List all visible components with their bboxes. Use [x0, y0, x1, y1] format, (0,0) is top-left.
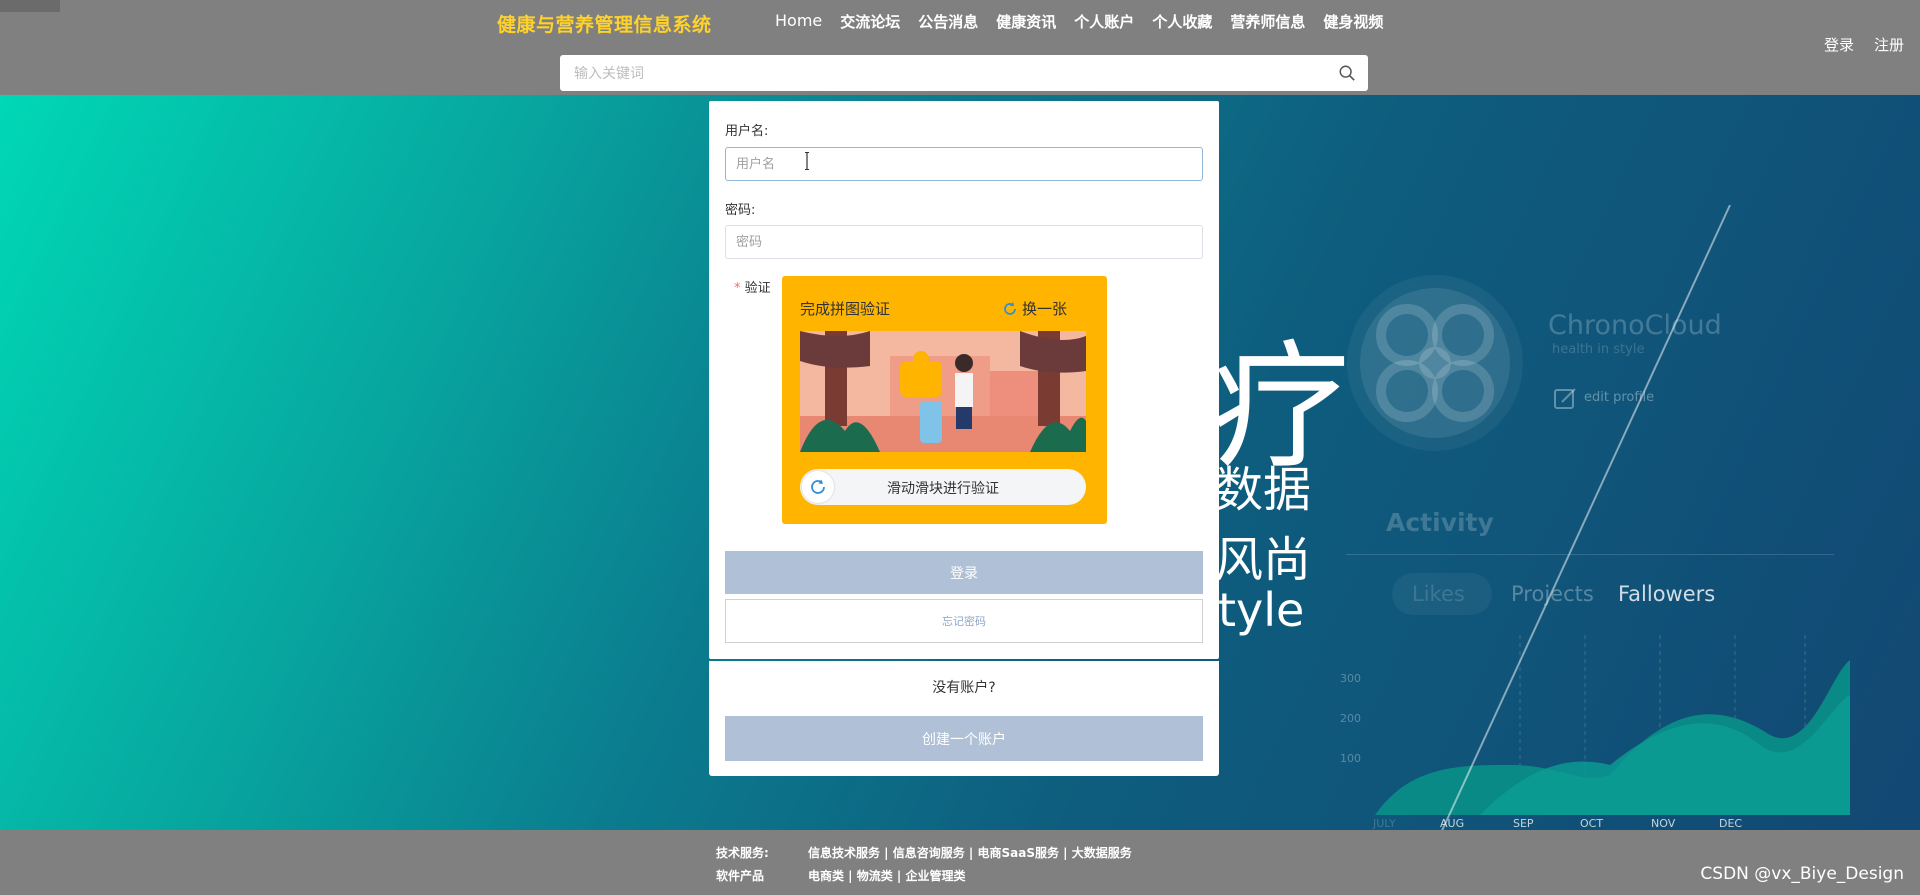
y-tick-100: 100 — [1340, 752, 1361, 765]
search-bar — [560, 55, 1368, 93]
auth-links: 登录 注册 — [1824, 34, 1904, 55]
username-label: 用户名: — [725, 124, 769, 139]
login-button[interactable]: 登录 — [725, 551, 1203, 594]
y-tick-300: 300 — [1340, 672, 1361, 685]
verify-label-text: 验证 — [744, 281, 771, 296]
required-mark: * — [734, 281, 741, 296]
nav-account[interactable]: 个人账户 — [1074, 11, 1134, 32]
captcha-slider-track[interactable]: 滑动滑块进行验证 — [800, 469, 1086, 505]
month-july: JULY — [1373, 817, 1396, 830]
footer-links[interactable]: 信息技术服务 | 信息咨询服务 | 电商SaaS服务 | 大数据服务 — [808, 844, 1132, 861]
login-card: 用户名: 密码: * 验证 完成拼图验证 换一张 — [709, 101, 1219, 659]
footer: 技术服务: 信息技术服务 | 信息咨询服务 | 电商SaaS服务 | 大数据服务… — [0, 830, 1920, 895]
hero-line-data: 数据 — [1215, 462, 1312, 518]
username-field — [725, 147, 1203, 181]
login-link[interactable]: 登录 — [1824, 34, 1854, 55]
footer-row-products: 软件产品 电商类 | 物流类 | 企业管理类 — [716, 867, 965, 884]
create-account-button[interactable]: 创建一个账户 — [725, 716, 1203, 761]
password-label: 密码: — [725, 203, 756, 218]
verify-label: * 验证 — [734, 277, 771, 296]
captcha-panel: 完成拼图验证 换一张 滑动滑块进行验证 — [782, 276, 1107, 524]
register-link[interactable]: 注册 — [1874, 34, 1904, 55]
nav-home[interactable]: Home — [775, 11, 822, 32]
refresh-icon — [1004, 301, 1016, 315]
password-field — [725, 225, 1203, 259]
watermark: CSDN @vx_Biye_Design — [1700, 864, 1904, 884]
hero-line-style: tyle — [1218, 583, 1305, 637]
search-input[interactable] — [572, 55, 1336, 93]
text-cursor-icon — [805, 152, 809, 170]
nav-announcements[interactable]: 公告消息 — [918, 11, 978, 32]
forgot-password-button[interactable]: 忘记密码 — [725, 599, 1203, 643]
hero-line-fashion: 风尚 — [1215, 532, 1312, 588]
slider-hint: 滑动滑块进行验证 — [887, 481, 999, 497]
nav-favorites[interactable]: 个人收藏 — [1152, 11, 1212, 32]
password-input[interactable] — [726, 226, 1202, 258]
username-input[interactable] — [726, 148, 1202, 180]
footer-key: 技术服务: — [716, 846, 769, 860]
y-tick-200: 200 — [1340, 712, 1361, 725]
nav-nutritionists[interactable]: 营养师信息 — [1230, 11, 1305, 32]
nav-forum[interactable]: 交流论坛 — [840, 11, 900, 32]
puzzle-image — [800, 331, 1086, 452]
register-card: 没有账户? 创建一个账户 — [709, 661, 1219, 776]
nav-health-news[interactable]: 健康资讯 — [996, 11, 1056, 32]
top-header: 健康与营养管理信息系统 Home 交流论坛 公告消息 健康资讯 个人账户 个人收… — [0, 0, 1920, 95]
corner-block — [0, 0, 60, 12]
footer-links[interactable]: 电商类 | 物流类 | 企业管理类 — [808, 867, 965, 884]
no-account-text: 没有账户? — [932, 680, 996, 696]
footer-row-tech: 技术服务: 信息技术服务 | 信息咨询服务 | 电商SaaS服务 | 大数据服务 — [716, 844, 1132, 861]
footer-key: 软件产品 — [716, 869, 765, 883]
captcha-refresh-label: 换一张 — [1021, 300, 1067, 318]
site-title[interactable]: 健康与营养管理信息系统 — [497, 10, 712, 37]
search-icon[interactable] — [1338, 64, 1356, 82]
captcha-refresh-button[interactable]: 换一张 — [1002, 298, 1067, 319]
captcha-title: 完成拼图验证 — [800, 300, 891, 318]
diagonal-line — [1441, 205, 1731, 830]
main-nav: Home 交流论坛 公告消息 健康资讯 个人账户 个人收藏 营养师信息 健身视频 — [775, 11, 1383, 32]
nav-fitness-videos[interactable]: 健身视频 — [1323, 11, 1383, 32]
